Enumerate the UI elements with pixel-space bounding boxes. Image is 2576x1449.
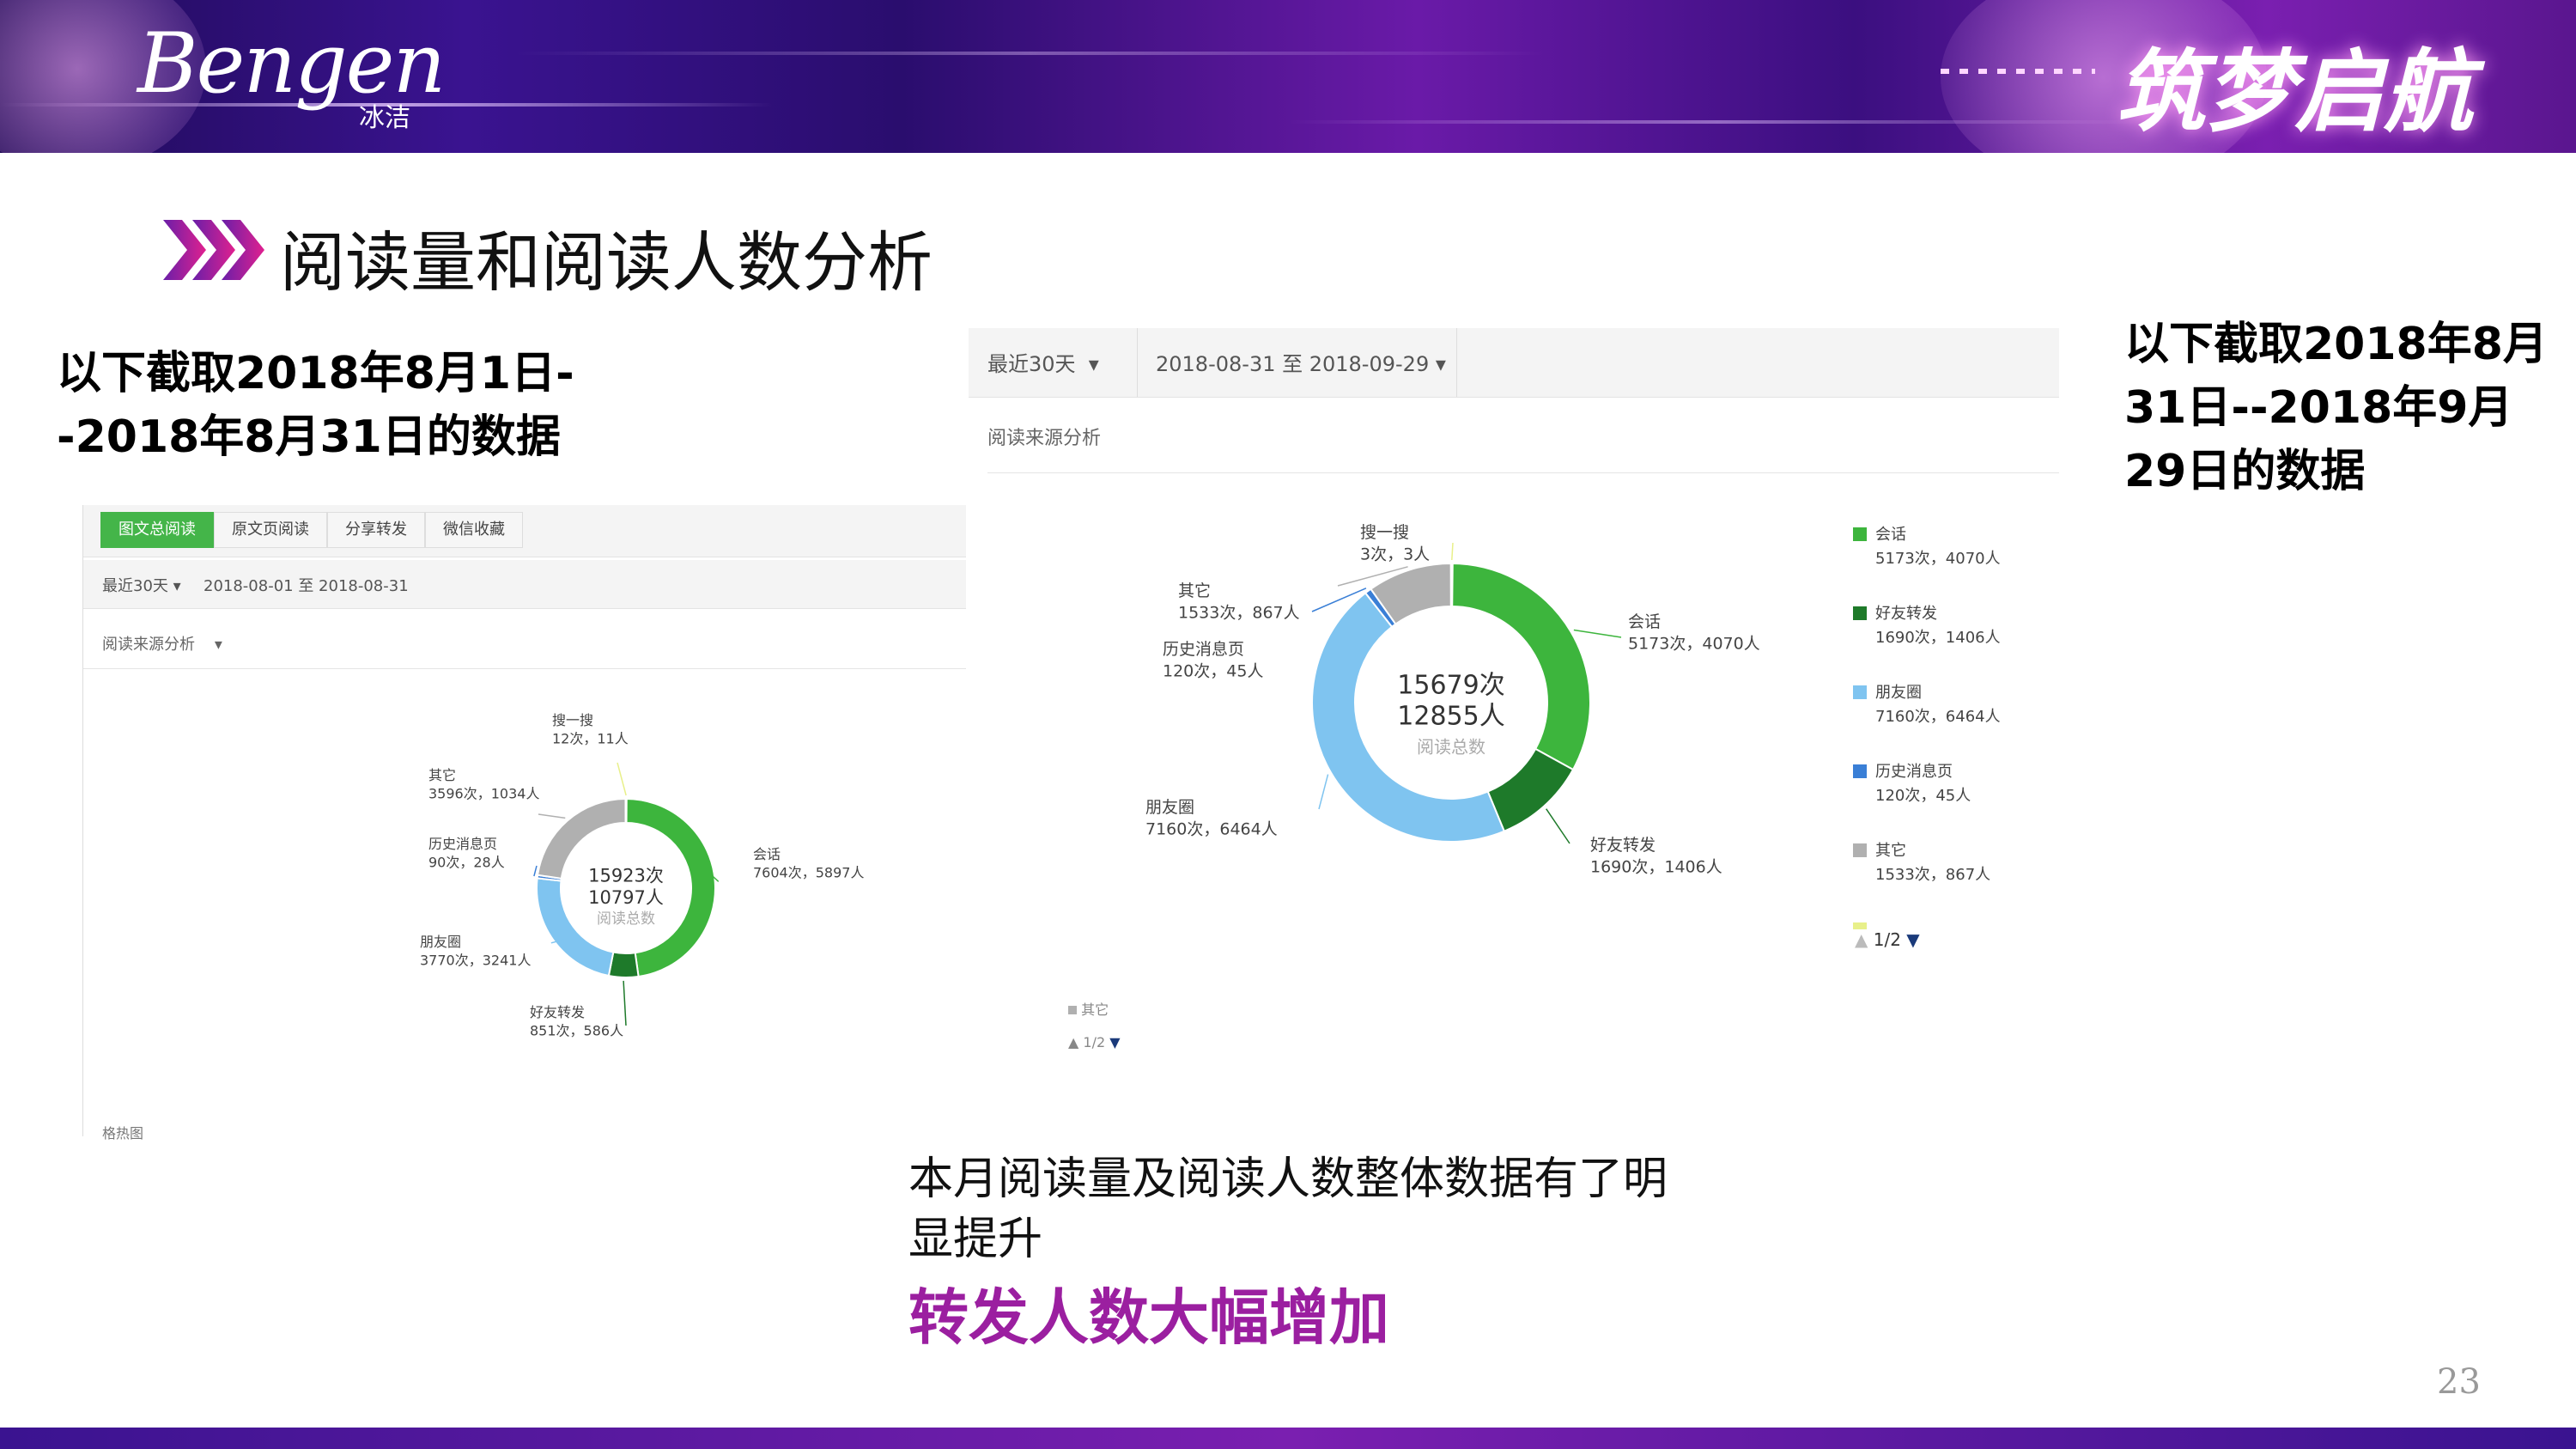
callout-name-1: 好友转发 (530, 1004, 585, 1020)
callout-line-1 (623, 980, 627, 1026)
donut-slice-5[interactable] (1449, 562, 1454, 608)
legend-value-1: 1690次，1406人 (1875, 629, 2001, 647)
callout-line-0 (1573, 629, 1622, 638)
callout-line-1 (1546, 808, 1571, 844)
callout-value-0: 5173次，4070人 (1628, 635, 1760, 654)
center-people: 10797人 (588, 887, 664, 908)
callout-value-2: 3770次，3241人 (420, 953, 531, 969)
callout-name-2: 朋友圈 (1145, 798, 1194, 817)
donut-chart-sep: 15679次12855人阅读总数会话5173次，4070人好友转发1690次，1… (1145, 523, 2001, 929)
summary-text: 本月阅读量及阅读人数整体数据有了明显提升 (908, 1154, 1668, 1265)
legend-name-0: 会话 (1875, 526, 1906, 544)
legend-swatch-3 (1853, 764, 1867, 778)
callout-line-3 (533, 865, 538, 877)
callout-value-3: 120次，45人 (1163, 662, 1263, 681)
donut-chart-aug: 15923次10797人阅读总数 会话 7604次，5897人好友转发 851次，58… (420, 712, 864, 1039)
ghost-pager: ▲ 1/2 ▼ (1068, 1034, 1121, 1050)
callout-value-5: 12次，11人 (552, 731, 629, 747)
callout-value-3: 90次，28人 (428, 855, 505, 871)
light-streak (515, 52, 1546, 55)
callout-line-5 (1451, 542, 1454, 561)
callout-line-2 (1318, 774, 1329, 810)
callout-name-5: 搜一搜 (552, 712, 593, 728)
legend-pager[interactable]: ▲ 1/2 ▼ (1855, 929, 1920, 950)
left-screenshot: 图文总阅读 原文页阅读 分享转发 微信收藏 最近30天 ▾ 2018-08-01… (82, 505, 966, 1142)
right-screenshot: 最近30天 ▾ 2018-08-31 至 2018-09-29 ▾ 阅读来源分析… (969, 328, 2059, 1075)
callout-name-2: 朋友圈 (420, 934, 461, 950)
callout-value-1: 1690次，1406人 (1590, 858, 1722, 877)
center-caption: 阅读总数 (597, 910, 655, 928)
chevrons-icon (163, 220, 264, 280)
callout-value-2: 7160次，6464人 (1145, 820, 1278, 839)
center-people: 12855人 (1397, 702, 1504, 732)
callout-name-4: 其它 (1178, 581, 1211, 600)
legend-name-3: 历史消息页 (1875, 763, 1953, 781)
legend-swatch-4 (1853, 843, 1867, 857)
legend-value-3: 120次，45人 (1875, 787, 1971, 805)
legend-name-2: 朋友圈 (1875, 684, 1922, 702)
callout-name-0: 会话 (1628, 612, 1661, 631)
note-right: 以下截取2018年8月31日--2018年9月29日的数据 (2124, 319, 2548, 497)
callout-value-5: 3次，3人 (1360, 545, 1430, 564)
legend-name-4: 其它 (1875, 842, 1906, 860)
callout-line-5 (617, 762, 627, 796)
callout-value-4: 3596次，1034人 (428, 786, 539, 802)
callout-value-4: 1533次，867人 (1178, 604, 1300, 623)
brand-logo-cn: 冰洁 (359, 103, 410, 133)
header-banner: Bengen 冰洁 筑梦启航 (0, 0, 2576, 153)
page-number: 23 (2437, 1362, 2481, 1402)
callout-line-4 (538, 813, 566, 819)
center-reads: 15679次 (1397, 671, 1504, 701)
legend-value-4: 1533次，867人 (1875, 866, 1990, 884)
callout-name-0: 会话 (753, 846, 781, 862)
callout-value-1: 851次，586人 (530, 1023, 623, 1039)
ghost-legend: 其它 (1068, 998, 1109, 1019)
donut-slice-5[interactable] (624, 798, 628, 825)
center-caption: 阅读总数 (1417, 737, 1485, 758)
legend-swatch-2 (1853, 685, 1867, 699)
summary-highlight: 转发人数大幅增加 (908, 1282, 1389, 1353)
callout-value-0: 7604次，5897人 (753, 865, 864, 881)
callout-name-3: 历史消息页 (428, 836, 497, 852)
fold-label: 格热图 (102, 1125, 144, 1142)
legend-name-1: 好友转发 (1875, 605, 1937, 623)
callout-name-3: 历史消息页 (1163, 640, 1244, 659)
page-title: 阅读量和阅读人数分析 (280, 224, 933, 301)
note-left: 以下截取2018年8月1日--2018年8月31日的数据 (57, 348, 574, 463)
footer-bar (0, 1428, 2576, 1449)
callout-name-5: 搜一搜 (1360, 523, 1409, 542)
callout-name-1: 好友转发 (1590, 836, 1656, 855)
legend-value-2: 7160次，6464人 (1875, 708, 2001, 726)
legend-swatch-1 (1853, 606, 1867, 620)
legend-swatch-0 (1853, 527, 1867, 541)
center-reads: 15923次 (588, 866, 664, 886)
legend-value-0: 5173次，4070人 (1875, 550, 2001, 568)
legend-swatch-5 (1853, 922, 1867, 929)
slogan: 筑梦启航 (2115, 39, 2473, 144)
callout-name-4: 其它 (428, 767, 456, 783)
slogan-dots (1941, 69, 2095, 74)
